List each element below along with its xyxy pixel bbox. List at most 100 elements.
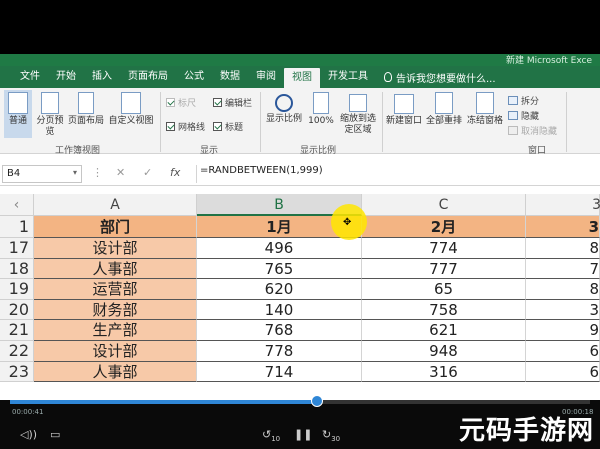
headings-checkbox[interactable]: 标题 (213, 120, 243, 133)
pause-button[interactable]: ❚❚ (294, 428, 312, 441)
arrange-all-label: 全部重排 (425, 116, 462, 126)
worksheet-grid: ‹ A B C 3 1 部门 1月 2月 3 17 设计部 496 774 8 18 人事部… (0, 194, 600, 400)
tell-me-search[interactable]: 告诉我您想要做什么... (384, 70, 496, 85)
row-header[interactable]: 20 (0, 299, 34, 321)
forward-button[interactable]: ↻30 (322, 428, 340, 443)
tab-data[interactable]: 数据 (212, 67, 248, 87)
cell-dept[interactable]: 设计部 (34, 238, 197, 259)
progress-knob[interactable] (311, 395, 324, 407)
tab-home[interactable]: 开始 (48, 67, 84, 87)
cell-jan[interactable]: 768 (197, 320, 362, 341)
row-header[interactable]: 19 (0, 279, 34, 300)
column-header-a[interactable]: A (34, 194, 197, 216)
cell-feb[interactable]: 774 (362, 238, 526, 259)
formula-bar-label: 编辑栏 (225, 99, 253, 109)
cell-feb[interactable]: 316 (362, 361, 526, 383)
cell-feb[interactable]: 777 (362, 258, 526, 280)
scroll-left-icon[interactable]: ‹ (14, 197, 20, 213)
cell-mar[interactable]: 7 (526, 258, 600, 280)
gridlines-checkbox[interactable]: 网格线 (166, 120, 205, 133)
subtitle-icon[interactable]: ▭ (50, 428, 60, 441)
formula-divider (196, 165, 197, 183)
cell-mar[interactable]: 9 (526, 320, 600, 341)
row-header[interactable]: 23 (0, 361, 34, 383)
row-header-1[interactable]: 1 (0, 216, 34, 238)
cell-feb[interactable]: 65 (362, 279, 526, 300)
cell-dept[interactable]: 人事部 (34, 258, 197, 280)
name-box[interactable]: B4 ▾ (2, 165, 82, 183)
zoom-button[interactable]: 显示比例 (264, 90, 304, 125)
cell-mar[interactable]: 6 (526, 361, 600, 383)
zoom-selection-label: 缩放到选定区域 (339, 114, 376, 135)
cell-mar[interactable]: 6 (526, 341, 600, 362)
ruler-checkbox[interactable]: 标尺 (166, 96, 196, 109)
column-header-c[interactable]: C (362, 194, 526, 216)
page-layout-view-button[interactable]: 页面布局 (66, 90, 106, 127)
video-player-bar: 00:00:41 00:00:18 ◁)) ▭ ↺10 ❚❚ ↻30 元码手游网 (0, 395, 600, 449)
tab-file[interactable]: 文件 (12, 67, 48, 87)
window-group-label: 窗口 (528, 146, 547, 156)
rewind-button[interactable]: ↺10 (262, 428, 280, 443)
select-all-corner[interactable]: ‹ (0, 194, 34, 216)
cell-dept[interactable]: 财务部 (34, 299, 197, 321)
tab-formulas[interactable]: 公式 (176, 67, 212, 87)
cancel-icon[interactable]: ✕ (116, 166, 125, 179)
zoom-100-button[interactable]: 100% (306, 90, 336, 127)
cell-mar[interactable]: 8 (526, 238, 600, 259)
custom-views-label: 自定义视图 (108, 116, 154, 126)
progress-track[interactable] (10, 395, 590, 407)
tab-insert[interactable]: 插入 (84, 67, 120, 87)
ribbon-body: 普通 分页预览 页面布局 自定义视图 工作簿视图 标尺 编辑栏 网格线 标题 显… (0, 88, 600, 156)
row-header[interactable]: 21 (0, 320, 34, 341)
header-cell-mar[interactable]: 3 (526, 216, 600, 238)
tab-page-layout[interactable]: 页面布局 (120, 67, 176, 87)
zoom-100-label: 100% (308, 116, 334, 126)
unhide-button[interactable]: 取消隐藏 (508, 124, 557, 137)
cell-dept[interactable]: 运营部 (34, 279, 197, 300)
new-window-button[interactable]: 新建窗口 (384, 90, 424, 127)
cell-mar[interactable]: 8 (526, 279, 600, 300)
cell-jan[interactable]: 620 (197, 279, 362, 300)
hide-button[interactable]: 隐藏 (508, 109, 539, 122)
normal-view-button[interactable]: 普通 (4, 90, 32, 138)
chevron-down-icon[interactable]: ▾ (73, 168, 77, 177)
arrange-all-button[interactable]: 全部重排 (424, 90, 464, 127)
cell-jan[interactable]: 140 (197, 299, 362, 321)
cell-mar[interactable]: 3 (526, 299, 600, 321)
column-header-d[interactable]: 3 (526, 194, 600, 216)
custom-views-button[interactable]: 自定义视图 (106, 90, 156, 127)
tab-view[interactable]: 视图 (284, 68, 320, 88)
page-break-preview-button[interactable]: 分页预览 (36, 90, 64, 138)
row-header[interactable]: 17 (0, 238, 34, 259)
tab-review[interactable]: 审阅 (248, 67, 284, 87)
freeze-panes-button[interactable]: 冻结窗格 (465, 90, 505, 127)
cell-dept[interactable]: 设计部 (34, 341, 197, 362)
name-box-value: B4 (7, 168, 21, 179)
header-cell-feb[interactable]: 2月 (362, 216, 526, 238)
group-divider (382, 92, 383, 152)
forward-label: 30 (331, 435, 341, 444)
cell-jan[interactable]: 778 (197, 341, 362, 362)
zoom-selection-button[interactable]: 缩放到选定区域 (336, 90, 380, 136)
header-cell-dept[interactable]: 部门 (34, 216, 197, 238)
enter-icon[interactable]: ✓ (143, 166, 152, 179)
row-header[interactable]: 18 (0, 258, 34, 280)
tab-developer[interactable]: 开发工具 (320, 67, 376, 87)
split-button[interactable]: 拆分 (508, 94, 539, 107)
formula-bar-checkbox[interactable]: 编辑栏 (213, 96, 252, 109)
row-header[interactable]: 22 (0, 341, 34, 362)
volume-icon[interactable]: ◁)) (20, 428, 37, 441)
insert-function-icon[interactable]: fx (170, 166, 180, 179)
cell-dept[interactable]: 生产部 (34, 320, 197, 341)
move-cursor-icon: ✥ (343, 217, 352, 228)
formula-input[interactable]: =RANDBETWEEN(1,999) (200, 165, 323, 176)
cell-feb[interactable]: 621 (362, 320, 526, 341)
cell-jan[interactable]: 496 (197, 238, 362, 259)
cell-feb[interactable]: 758 (362, 299, 526, 321)
hide-icon (508, 111, 518, 120)
cell-jan[interactable]: 765 (197, 258, 362, 280)
cell-jan[interactable]: 714 (197, 361, 362, 383)
gridlines-check-icon (166, 122, 175, 131)
cell-feb[interactable]: 948 (362, 341, 526, 362)
cell-dept[interactable]: 人事部 (34, 361, 197, 383)
